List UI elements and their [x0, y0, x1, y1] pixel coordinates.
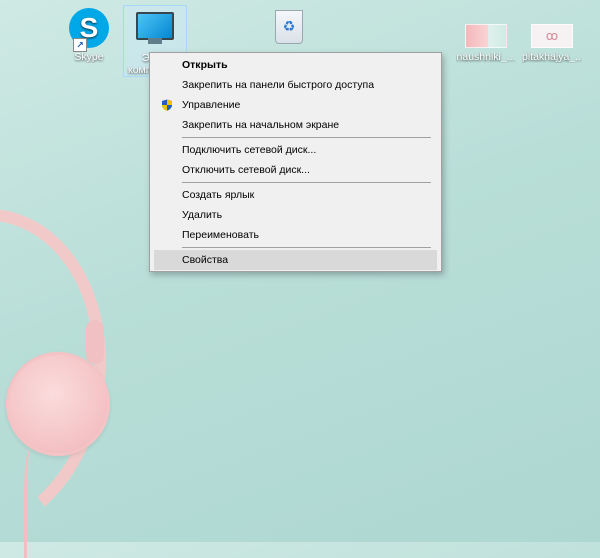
headphone-cup-decoration — [6, 352, 110, 456]
desktop-icon-skype[interactable]: S ↗ Skype — [59, 8, 119, 63]
menu-separator — [182, 247, 431, 248]
menu-item-label: Удалить — [182, 209, 223, 221]
desktop-icon-pitakhajya[interactable]: ꝏ pitakhajya_... — [522, 24, 582, 63]
menu-item-create-shortcut[interactable]: Создать ярлык — [152, 185, 439, 205]
menu-item-properties[interactable]: Свойства — [154, 250, 437, 270]
menu-item-map-network-drive[interactable]: Подключить сетевой диск... — [152, 140, 439, 160]
desktop-icon-label: Skype — [74, 51, 104, 63]
desktop-icon-label: pitakhajya_... — [522, 51, 582, 63]
menu-item-pin-start[interactable]: Закрепить на начальном экране — [152, 115, 439, 135]
menu-item-open[interactable]: Открыть — [152, 55, 439, 75]
menu-item-label: Создать ярлык — [182, 189, 255, 201]
menu-separator — [182, 137, 431, 138]
menu-item-delete[interactable]: Удалить — [152, 205, 439, 225]
menu-item-label: Свойства — [182, 254, 229, 266]
desktop-icon-recycle-bin[interactable]: ♻ — [259, 10, 319, 44]
image-thumbnail-icon — [465, 24, 507, 48]
desktop[interactable]: S ↗ Skype Э комп ♻ naushniki_... ꝏ pitak… — [0, 0, 600, 558]
shortcut-arrow-icon: ↗ — [73, 38, 87, 52]
menu-item-label: Закрепить на начальном экране — [182, 119, 340, 131]
image-thumbnail-icon: ꝏ — [531, 24, 573, 48]
recycle-bin-icon: ♻ — [275, 10, 303, 44]
desktop-icon-label: naushniki_... — [456, 51, 516, 63]
menu-item-manage[interactable]: Управление — [152, 95, 439, 115]
headphone-arm-decoration — [86, 320, 104, 364]
context-menu: Открыть Закрепить на панели быстрого дос… — [149, 52, 442, 272]
desktop-icon-naushniki[interactable]: naushniki_... — [456, 24, 516, 63]
menu-separator — [182, 182, 431, 183]
menu-item-label: Открыть — [182, 59, 228, 71]
menu-item-label: Подключить сетевой диск... — [182, 144, 317, 156]
menu-item-label: Переименовать — [182, 229, 259, 241]
uac-shield-icon — [162, 99, 172, 111]
skype-icon: S ↗ — [69, 8, 109, 52]
menu-item-label: Управление — [182, 99, 241, 111]
menu-item-label: Закрепить на панели быстрого доступа — [182, 79, 375, 91]
menu-item-rename[interactable]: Переименовать — [152, 225, 439, 245]
menu-item-pin-quick-access[interactable]: Закрепить на панели быстрого доступа — [152, 75, 439, 95]
menu-item-disconnect-network-drive[interactable]: Отключить сетевой диск... — [152, 160, 439, 180]
computer-icon — [136, 12, 174, 44]
menu-item-label: Отключить сетевой диск... — [182, 164, 310, 176]
